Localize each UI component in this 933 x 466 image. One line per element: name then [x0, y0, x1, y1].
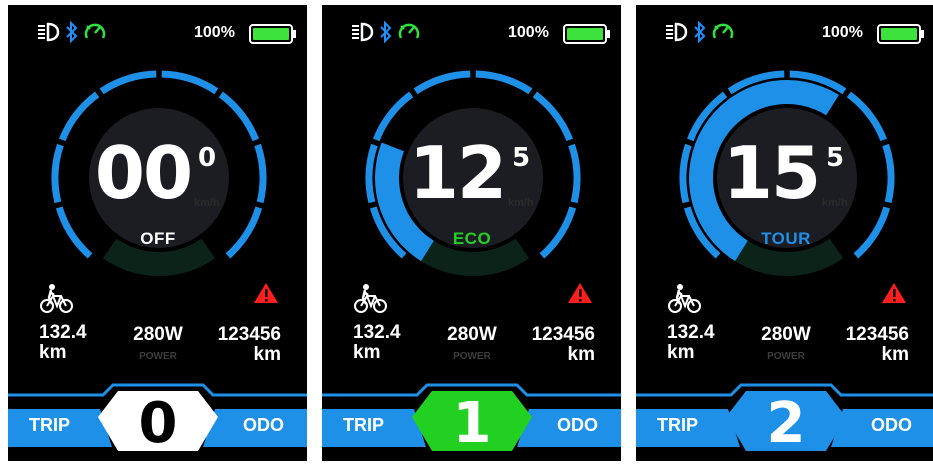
trip-button[interactable]: TRIP: [657, 413, 698, 437]
gauge-scale-segment: [225, 206, 263, 259]
status-bar: 100%: [636, 21, 933, 47]
odometer-unit: km: [253, 344, 281, 365]
assist-level-number: 0: [138, 391, 178, 456]
odometer-value: 123456: [217, 324, 281, 345]
gauge-scale-segment: [853, 206, 891, 259]
power-label: POWER: [453, 351, 491, 362]
gauge-scale-segment: [51, 143, 64, 204]
trip-distance-value: 132.4: [39, 322, 87, 343]
trip-distance-value: 132.4: [667, 322, 715, 343]
bluetooth-icon: [694, 21, 706, 43]
speed-decimal: 5: [512, 143, 531, 173]
power-value: 280W: [447, 324, 497, 345]
gauge-glow: [102, 238, 216, 276]
speed-unit: km/h: [822, 197, 848, 209]
gauge-scale-segment: [161, 70, 219, 95]
gauge-scale-segment: [475, 70, 533, 95]
speed-value: 15: [722, 131, 821, 215]
gauge-scale-segment: [568, 143, 581, 204]
gauge-scale-segment: [882, 143, 895, 204]
status-bar: 100%: [8, 21, 307, 47]
trip-distance-unit: km: [39, 342, 67, 363]
assist-mode-label: OFF: [140, 229, 176, 248]
gauge-glow: [416, 238, 530, 276]
trip-button[interactable]: TRIP: [29, 413, 70, 437]
speed-unit: km/h: [194, 197, 220, 209]
battery-percent: 100%: [194, 24, 235, 41]
odometer-value: 123456: [845, 324, 909, 345]
status-bar: 100%: [322, 21, 621, 47]
speed-value: 00: [94, 131, 193, 215]
headlight-icon: [38, 22, 60, 42]
display-screen: 100% 00 0 km/h OFF 132.4 km 280W POWER 1…: [8, 5, 307, 461]
walk-assist-icon[interactable]: [667, 284, 703, 314]
gauge-scale-segment: [55, 206, 93, 259]
speedometer-icon: [712, 23, 734, 39]
headlight-icon: [352, 22, 374, 42]
warning-icon: [882, 283, 906, 303]
speed-value: 12: [408, 131, 507, 215]
warning-icon: [568, 283, 592, 303]
speed-decimal: 5: [826, 143, 845, 173]
odo-button[interactable]: ODO: [557, 413, 598, 437]
walk-assist-icon[interactable]: [353, 284, 389, 314]
battery-percent: 100%: [822, 24, 863, 41]
bluetooth-icon: [380, 21, 392, 43]
assist-level-number: 2: [766, 391, 806, 456]
trip-distance-value: 132.4: [353, 322, 401, 343]
gauge-scale-segment: [254, 143, 267, 204]
gauge-scale-segment: [846, 91, 888, 142]
bluetooth-icon: [66, 21, 78, 43]
trip-distance-unit: km: [353, 342, 381, 363]
battery-icon: [877, 24, 924, 44]
speedometer-icon: [84, 23, 106, 39]
gauge-scale-segment: [532, 91, 574, 142]
gauge-scale-segment: [99, 70, 157, 95]
gauge-scale-segment: [539, 206, 577, 259]
gauge-glow: [730, 238, 844, 276]
speed-unit: km/h: [508, 197, 534, 209]
trip-distance-unit: km: [667, 342, 695, 363]
warning-icon: [254, 283, 278, 303]
power-value: 280W: [133, 324, 183, 345]
display-screen: 100% 15 5 km/h TOUR 132.4 km 280W POWER …: [636, 5, 933, 461]
walk-assist-icon[interactable]: [39, 284, 75, 314]
speedometer-icon: [398, 23, 420, 39]
odo-button[interactable]: ODO: [243, 413, 284, 437]
gauge-scale-segment: [413, 70, 471, 95]
battery-percent: 100%: [508, 24, 549, 41]
assist-mode-label: ECO: [452, 229, 492, 248]
speed-decimal: 0: [198, 143, 217, 173]
battery-icon: [249, 24, 296, 44]
headlight-icon: [666, 22, 688, 42]
gauge-scale-segment: [679, 143, 692, 204]
odometer-unit: km: [881, 344, 909, 365]
display-screen: 100% 12 5 km/h ECO 132.4 km 280W POWER 1…: [322, 5, 621, 461]
odometer-value: 123456: [531, 324, 595, 345]
power-value: 280W: [761, 324, 811, 345]
battery-icon: [563, 24, 610, 44]
assist-mode-label: TOUR: [761, 229, 811, 248]
odo-button[interactable]: ODO: [871, 413, 912, 437]
power-label: POWER: [767, 351, 805, 362]
gauge-scale-segment: [218, 91, 260, 142]
power-label: POWER: [139, 351, 177, 362]
gauge-scale-segment: [365, 143, 378, 204]
assist-level-number: 1: [452, 391, 492, 456]
trip-button[interactable]: TRIP: [343, 413, 384, 437]
odometer-unit: km: [567, 344, 595, 365]
